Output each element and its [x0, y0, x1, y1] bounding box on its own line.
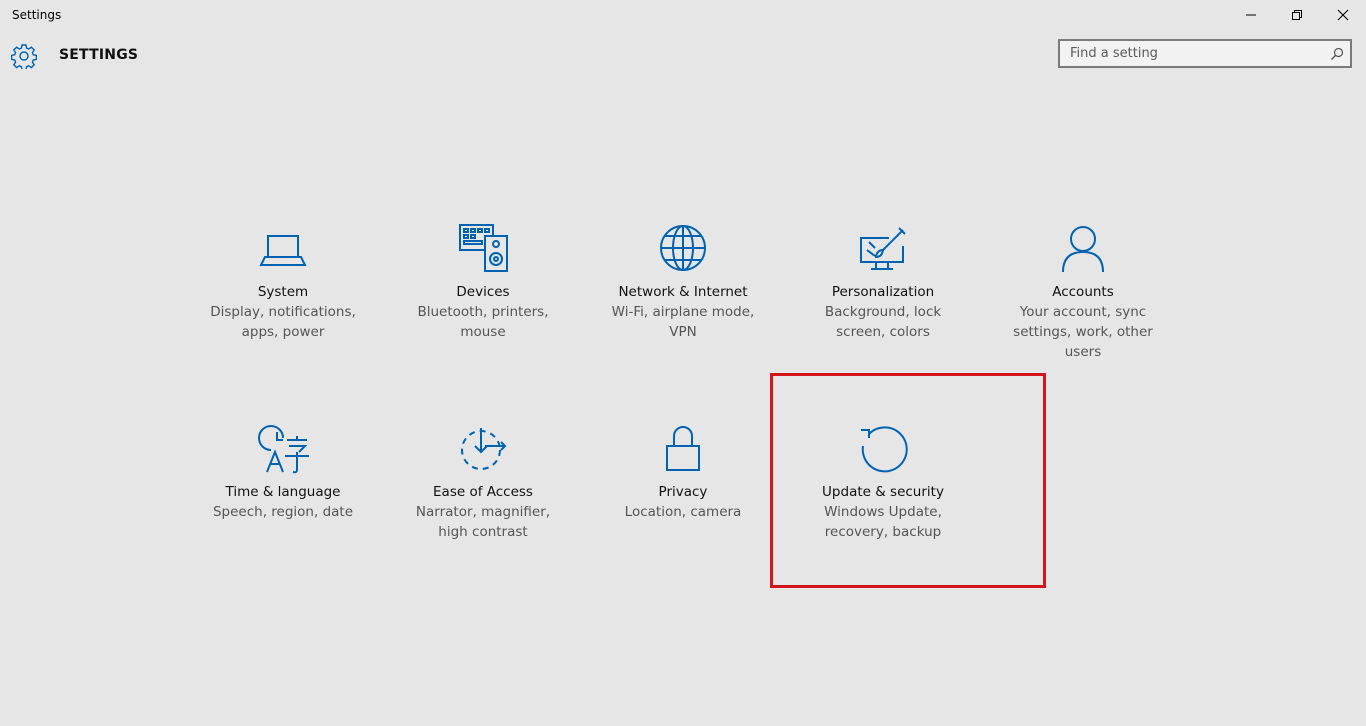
category-title: Accounts	[1052, 284, 1114, 300]
category-description: Background, lock screen, colors	[824, 304, 942, 340]
category-description: Display, notifications, apps, power	[210, 304, 356, 340]
category-title: Devices	[456, 284, 510, 300]
category-description: Narrator, magnifier, high contrast	[415, 504, 551, 540]
minimize-button[interactable]	[1228, 0, 1274, 30]
category-privacy[interactable]: Privacy Location, camera	[588, 424, 778, 574]
category-ease-of-access[interactable]: Ease of Access Narrator, magnifier, high…	[388, 424, 578, 574]
window-title: Settings	[12, 8, 62, 22]
close-icon	[1337, 9, 1349, 21]
category-description: Your account, sync settings, work, other…	[1013, 304, 1153, 360]
category-description: Wi-Fi, airplane mode, VPN	[611, 304, 755, 340]
gear-icon	[11, 44, 37, 69]
title-bar: Settings	[0, 0, 1366, 30]
search-input[interactable]	[1060, 41, 1320, 66]
devices-icon	[457, 224, 509, 276]
category-accounts[interactable]: Accounts Your account, sync settings, wo…	[988, 224, 1178, 374]
restore-icon	[1292, 10, 1302, 20]
category-network[interactable]: Network & Internet Wi-Fi, airplane mode,…	[588, 224, 778, 374]
category-description: Bluetooth, printers, mouse	[417, 304, 549, 340]
category-time-language[interactable]: Time & language Speech, region, date	[188, 424, 378, 574]
restore-button[interactable]	[1274, 0, 1320, 30]
minimize-icon	[1246, 14, 1256, 16]
settings-header: SETTINGS	[0, 38, 1366, 74]
page-title: SETTINGS	[59, 47, 139, 63]
person-icon	[1057, 224, 1109, 276]
refresh-icon	[857, 424, 909, 476]
category-description: Location, camera	[624, 504, 742, 520]
category-devices[interactable]: Devices Bluetooth, printers, mouse	[388, 224, 578, 374]
globe-icon	[657, 224, 709, 276]
category-title: Update & security	[822, 484, 944, 500]
category-system[interactable]: System Display, notifications, apps, pow…	[188, 224, 378, 374]
category-description: Windows Update, recovery, backup	[824, 504, 942, 540]
category-title: Network & Internet	[618, 284, 748, 300]
lock-icon	[657, 424, 709, 476]
paintbrush-icon	[857, 224, 909, 276]
search-box[interactable]	[1058, 39, 1352, 68]
category-description: Speech, region, date	[212, 504, 354, 520]
time-language-icon	[257, 424, 309, 476]
close-button[interactable]	[1320, 0, 1366, 30]
category-title: Ease of Access	[433, 484, 533, 500]
laptop-icon	[257, 224, 309, 276]
ease-of-access-icon	[457, 424, 509, 476]
category-title: Privacy	[658, 484, 708, 500]
category-title: System	[257, 284, 309, 300]
category-update-security[interactable]: Update & security Windows Update, recove…	[788, 424, 978, 574]
search-icon[interactable]	[1330, 47, 1344, 61]
category-personalization[interactable]: Personalization Background, lock screen,…	[788, 224, 978, 374]
category-title: Time & language	[225, 484, 341, 500]
category-title: Personalization	[831, 284, 935, 300]
